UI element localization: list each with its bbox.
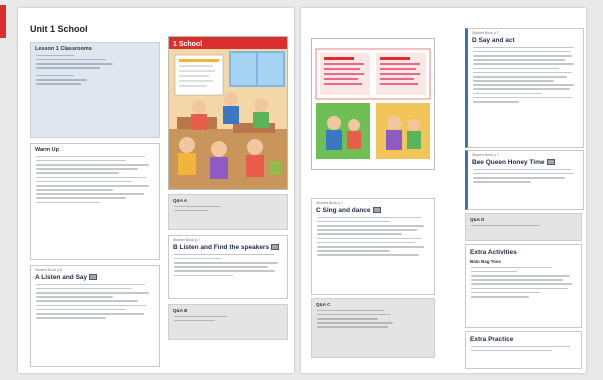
- section-tag: Student Book p.6: [35, 268, 62, 272]
- sing-and-dance-box: Student Book p.7 C Sing and dance: [311, 198, 435, 295]
- section-title: D Say and act: [472, 37, 515, 44]
- left-page: Unit 1 School Lesson 1 Classrooms Warm U…: [18, 8, 294, 373]
- extra-practice-box: Extra Practice: [465, 331, 582, 369]
- qa-box-b: Q&A B: [168, 304, 288, 340]
- section-title: C Sing and dance: [316, 207, 430, 214]
- audio-cd-icon[interactable]: [89, 274, 98, 281]
- listen-and-say-box: Student Book p.6 A Listen and Say: [30, 265, 160, 367]
- unit-title: Unit 1 School: [30, 24, 88, 34]
- audio-cd-icon[interactable]: [271, 244, 280, 251]
- song-activity-illustration: [312, 39, 434, 169]
- right-page: Student Book p.7 C Sing and dance Q&A C …: [301, 8, 586, 373]
- section-title: Bee Queen Honey Time: [472, 159, 579, 166]
- classroom-illustration: 1 School: [169, 37, 287, 189]
- svg-text:1 School: 1 School: [173, 41, 202, 48]
- qa-box-d: Q&A D: [465, 213, 582, 241]
- extra-practice-heading: Extra Practice: [470, 336, 514, 343]
- extra-activities-heading: Extra Activities: [470, 249, 517, 256]
- lesson-objectives-box: Lesson 1 Classrooms: [30, 42, 160, 138]
- listen-find-speakers-box: Student Book p.7 B Listen and Find the s…: [168, 235, 288, 299]
- lesson-heading: Lesson 1 Classrooms: [35, 46, 92, 52]
- qa-box-c: Q&A C: [311, 298, 435, 358]
- section-title: A Listen and Say: [35, 274, 155, 281]
- say-and-act-box: Student Book p.7 D Say and act: [465, 28, 584, 148]
- qa-box-a: Q&A A: [168, 194, 288, 230]
- red-edge-tab: [0, 5, 6, 38]
- student-book-page-illustration: [311, 38, 435, 170]
- student-book-page-illustration: 1 School: [168, 36, 288, 190]
- audio-cd-icon[interactable]: [546, 159, 555, 166]
- warm-up-heading: Warm Up: [35, 147, 59, 153]
- section-title: B Listen and Find the speakers: [173, 244, 283, 251]
- warm-up-box: Warm Up: [30, 143, 160, 260]
- bee-queen-honey-time-box: Student Book p.7 Bee Queen Honey Time: [465, 150, 584, 210]
- audio-cd-icon[interactable]: [372, 207, 381, 214]
- extra-activities-box: Extra Activities Bam Bag Toss: [465, 244, 582, 328]
